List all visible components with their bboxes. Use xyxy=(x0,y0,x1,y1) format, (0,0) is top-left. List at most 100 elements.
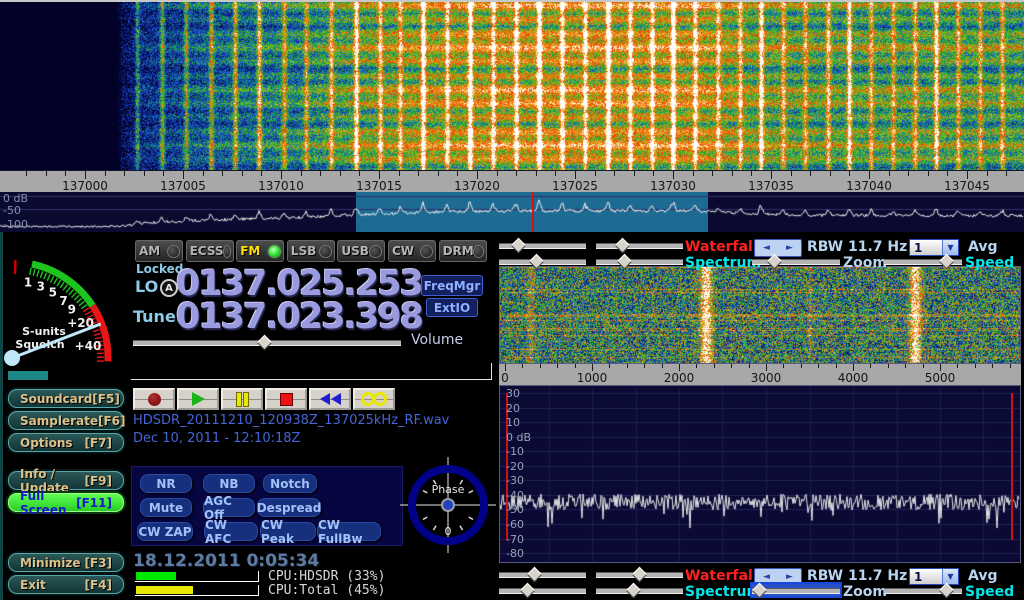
button-samplerate[interactable]: Samplerate[F6] xyxy=(8,411,124,430)
audio-spectrum-display[interactable]: 3020100 dB-10-20-30-40-50-60-70-80 xyxy=(499,385,1021,563)
waterfall-brightness-slider[interactable] xyxy=(499,568,586,580)
stop-button[interactable] xyxy=(265,388,307,410)
spectrum-brightness-slider-thumb[interactable] xyxy=(529,254,545,270)
dsp-button-cw-zap[interactable]: CW ZAP xyxy=(137,522,193,541)
dsp-button-cw-afc[interactable]: CW AFC xyxy=(204,522,258,541)
spinner-right-arrow-icon[interactable]: ► xyxy=(778,569,801,585)
spectrum-contrast-slider[interactable] xyxy=(596,255,683,267)
cpu-total-row: CPU:Total (45%) xyxy=(135,585,525,596)
waterfall-label: Waterfall xyxy=(685,240,758,254)
waterfall-brightness-slider-thumb[interactable] xyxy=(510,238,526,254)
loop-button[interactable] xyxy=(353,388,395,410)
waterfall-brightness-slider[interactable] xyxy=(499,239,586,251)
pause-button[interactable] xyxy=(221,388,263,410)
ruler-tick xyxy=(203,171,204,176)
tune-frequency-marker[interactable] xyxy=(532,192,534,232)
button-exit[interactable]: Exit[F4] xyxy=(8,575,124,594)
ruler-tick-label: 137000 xyxy=(55,179,115,193)
waterfall-contrast-slider[interactable] xyxy=(596,568,683,580)
tune-frequency-display[interactable]: 0137.023.398 xyxy=(176,297,422,337)
squelch-level-bar[interactable] xyxy=(8,371,48,380)
volume-slider-thumb[interactable] xyxy=(257,335,273,351)
freqmgr-button[interactable]: FreqMgr xyxy=(421,275,483,296)
extio-button[interactable]: ExtIO xyxy=(426,298,478,317)
chevron-down-icon[interactable]: ▼ xyxy=(942,569,958,584)
avg-label: Avg xyxy=(968,569,997,583)
volume-slider[interactable] xyxy=(133,336,401,348)
avg-select[interactable]: 1▼ xyxy=(909,568,959,585)
cpu-total-fill xyxy=(136,586,193,594)
ruler-tick xyxy=(183,171,184,179)
rf-waterfall-display[interactable] xyxy=(0,0,1024,170)
speed-slider[interactable] xyxy=(884,584,962,596)
ruler-tick xyxy=(830,171,831,176)
mode-button-fm[interactable]: FM xyxy=(236,240,284,262)
ruler-tick xyxy=(714,364,715,368)
rf-spectrum-display[interactable]: 0 dB-50-100 xyxy=(0,192,1024,232)
zoom-slider[interactable] xyxy=(752,584,840,596)
ruler-tick xyxy=(766,364,767,371)
mode-button-drm[interactable]: DRM xyxy=(439,240,487,262)
button-soundcard[interactable]: Soundcard[F5] xyxy=(8,389,124,408)
rewind-button[interactable] xyxy=(309,388,351,410)
spectrum-contrast-slider-thumb[interactable] xyxy=(617,254,633,270)
dsp-button-nb[interactable]: NB xyxy=(203,474,255,493)
ruler-tick xyxy=(908,171,909,176)
ruler-tick xyxy=(627,364,628,368)
ruler-tick-label: 137040 xyxy=(839,179,899,193)
rf-frequency-ruler[interactable]: 1370001370051370101370151370201370251370… xyxy=(0,170,1024,192)
phase-label: Phase xyxy=(432,483,465,496)
audio-waterfall-display[interactable] xyxy=(499,266,1021,364)
dsp-button-agc-off[interactable]: AGC Off xyxy=(203,498,255,517)
mode-button-cw[interactable]: CW xyxy=(388,240,436,262)
lsb-led-icon xyxy=(320,246,331,257)
button-options[interactable]: Options[F7] xyxy=(8,433,124,452)
dsp-button-despread[interactable]: Despread xyxy=(257,498,321,517)
ruler-tick xyxy=(26,171,27,176)
play-button[interactable] xyxy=(177,388,219,410)
record-button[interactable] xyxy=(133,388,175,410)
rf-waterfall-canvas[interactable] xyxy=(0,2,1024,170)
avg-select[interactable]: 1▼ xyxy=(909,239,959,256)
dsp-button-nr[interactable]: NR xyxy=(140,474,192,493)
button-minimize[interactable]: Minimize[F3] xyxy=(8,553,124,572)
waterfall-brightness-slider-thumb[interactable] xyxy=(527,567,543,583)
spectrum-brightness-slider-thumb[interactable] xyxy=(520,583,536,599)
cpu-total-bar xyxy=(135,585,259,596)
mode-button-am[interactable]: AM xyxy=(135,240,183,262)
chevron-down-icon[interactable]: ▼ xyxy=(942,240,958,255)
button-info-update[interactable]: Info / Update[F9] xyxy=(8,471,124,490)
dsp-button-cw-fullbw[interactable]: CW FullBw xyxy=(317,522,381,541)
waterfall-contrast-slider-thumb[interactable] xyxy=(632,567,648,583)
waterfall-contrast-slider[interactable] xyxy=(596,239,683,251)
lo-label: LO xyxy=(135,277,158,296)
zoom-slider[interactable] xyxy=(752,255,840,267)
speed-slider-thumb[interactable] xyxy=(939,583,955,599)
dsp-button-notch[interactable]: Notch xyxy=(263,474,317,493)
spectrum-contrast-slider[interactable] xyxy=(596,584,683,596)
dsp-button-mute[interactable]: Mute xyxy=(140,498,192,517)
db-label: 30 xyxy=(506,388,520,400)
zoom-slider-thumb[interactable] xyxy=(751,583,767,599)
mode-button-lsb[interactable]: LSB xyxy=(287,240,335,262)
phase-dial[interactable]: Phase 0 xyxy=(400,457,496,553)
db-label: 20 xyxy=(506,403,520,415)
speed-slider-thumb[interactable] xyxy=(939,254,955,270)
ruler-tick xyxy=(516,171,517,176)
ruler-tick xyxy=(889,171,890,176)
mode-button-ecss[interactable]: ECSS xyxy=(186,240,234,262)
spectrum-brightness-slider[interactable] xyxy=(499,584,586,596)
audio-waterfall-canvas[interactable] xyxy=(500,267,1020,363)
spectrum-contrast-slider-thumb[interactable] xyxy=(626,583,642,599)
button-full-screen[interactable]: Full Screen[F11] xyxy=(8,493,124,512)
mode-button-usb[interactable]: USB xyxy=(337,240,385,262)
waterfall-contrast-slider-thumb[interactable] xyxy=(614,238,630,254)
phase-center-dot[interactable] xyxy=(442,499,454,511)
speed-slider[interactable] xyxy=(884,255,962,267)
dsp-button-cw-peak[interactable]: CW Peak xyxy=(260,522,316,541)
zoom-slider-thumb[interactable] xyxy=(767,254,783,270)
audio-frequency-ruler[interactable]: 010002000300040005000 xyxy=(499,364,1021,385)
tune-label: Tune xyxy=(133,307,176,326)
spectrum-brightness-slider[interactable] xyxy=(499,255,586,267)
spinner-right-arrow-icon[interactable]: ► xyxy=(778,240,801,256)
